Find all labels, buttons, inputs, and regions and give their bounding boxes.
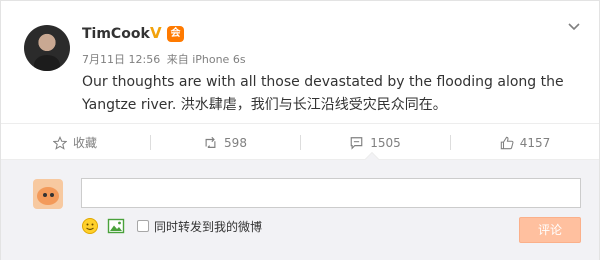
author-name[interactable]: TimCook (82, 26, 150, 42)
star-icon (52, 135, 67, 150)
favorite-label: 收藏 (72, 136, 97, 150)
post-action-bar: 收藏 598 1505 4157 (1, 123, 599, 167)
comment-input[interactable] (81, 178, 581, 208)
verified-badge-icon[interactable]: V (150, 25, 162, 41)
post-timestamp[interactable]: 7月11日 12:56 (82, 53, 160, 66)
emoji-icon[interactable] (81, 217, 99, 235)
repost-button[interactable]: 598 (151, 124, 299, 161)
repost-checkbox[interactable] (137, 220, 149, 232)
post-text: Our thoughts are with all those devastat… (82, 74, 564, 113)
current-user-avatar[interactable] (33, 179, 63, 209)
avatar-eye (50, 193, 54, 197)
repost-count: 598 (224, 135, 247, 150)
member-badge-icon[interactable]: 会 (167, 26, 184, 42)
like-button[interactable]: 4157 (451, 124, 599, 161)
image-icon[interactable] (107, 217, 125, 235)
post-source[interactable]: 来自 iPhone 6s (167, 53, 246, 66)
thumbs-up-icon (500, 136, 514, 149)
post-meta: 7月11日 12:56 来自 iPhone 6s (82, 51, 249, 67)
repost-checkbox-label[interactable]: 同时转发到我的微博 (154, 218, 262, 235)
comment-icon (350, 136, 363, 150)
comment-count: 1505 (370, 135, 401, 150)
comment-composer: 同时转发到我的微博 评论 (1, 160, 599, 260)
avatar-eye (43, 193, 47, 197)
repost-icon (205, 136, 216, 148)
submit-comment-button[interactable]: 评论 (519, 217, 581, 243)
chevron-down-icon[interactable] (566, 19, 582, 35)
weibo-post-card: TimCook V 会 7月11日 12:56 来自 iPhone 6s Our… (0, 0, 600, 260)
favorite-button[interactable]: 收藏 (1, 124, 149, 161)
avatar-face (37, 187, 59, 205)
author-avatar[interactable] (24, 25, 70, 71)
like-count: 4157 (519, 135, 551, 150)
